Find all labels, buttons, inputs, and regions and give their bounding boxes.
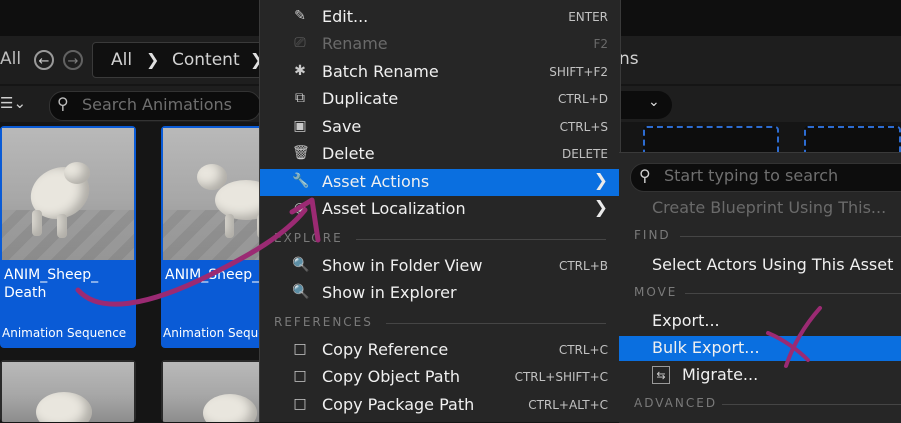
search-icon: ⚲ xyxy=(639,166,651,185)
asset-tile[interactable] xyxy=(0,360,136,422)
section-header-find: FIND xyxy=(634,228,671,242)
copy-icon: □ xyxy=(293,368,307,384)
menu-shortcut: DELETE xyxy=(561,147,608,161)
menu-item-copy-reference[interactable]: □ Copy Reference CTRL+C xyxy=(260,337,620,364)
menu-label: Create Blueprint Using This... xyxy=(652,198,887,217)
chevron-right-icon: ❯ xyxy=(146,50,160,69)
search-icon: ⚲ xyxy=(57,94,69,113)
menu-shortcut: ENTER xyxy=(568,10,608,24)
menu-label: Save xyxy=(322,117,362,136)
divider xyxy=(685,293,901,294)
menu-shortcut: CTRL+D xyxy=(557,92,608,106)
menu-label: Show in Explorer xyxy=(322,283,457,302)
all-filter-label[interactable]: All xyxy=(0,49,21,69)
menu-shortcut: CTRL+C xyxy=(558,343,608,357)
menu-item-show-in-explorer[interactable]: 🔍 Show in Explorer xyxy=(260,280,620,307)
menu-label: Show in Folder View xyxy=(322,256,483,275)
menu-item-asset-actions[interactable]: 🔧 Asset Actions ❯ xyxy=(260,169,620,196)
menu-label: Migrate... xyxy=(682,365,759,384)
breadcrumb-content[interactable]: Content xyxy=(172,50,240,70)
filter-icon[interactable]: ☰⌄ xyxy=(0,94,40,114)
folder-search-icon: 🔍 xyxy=(292,257,310,273)
menu-shortcut: CTRL+SHIFT+C xyxy=(514,370,608,384)
menu-item-save[interactable]: ▣ Save CTRL+S xyxy=(260,114,620,141)
section-header-explore: EXPLORE xyxy=(274,231,343,245)
menu-item-duplicate[interactable]: ⧉ Duplicate CTRL+D xyxy=(260,86,620,113)
asset-name: ANIM_Sheep_ Death xyxy=(4,267,99,301)
chevron-right-icon: ❯ xyxy=(593,198,608,218)
rename-icon: ⎚ xyxy=(294,35,306,51)
search-placeholder: Search Animations xyxy=(82,95,232,114)
menu-shortcut: CTRL+S xyxy=(559,120,608,134)
chevron-right-icon: ❯ xyxy=(593,171,608,191)
chevron-down-icon[interactable]: ⌄ xyxy=(648,94,660,110)
save-icon: ▣ xyxy=(293,118,307,134)
divider xyxy=(356,239,606,240)
menu-item-export[interactable]: Export... xyxy=(619,309,901,334)
menu-label: Asset Actions xyxy=(322,172,430,191)
menu-item-delete[interactable]: 🗑 Delete DELETE xyxy=(260,141,620,168)
menu-shortcut: F2 xyxy=(593,37,608,51)
menu-item-asset-localization[interactable]: ◉ Asset Localization ❯ xyxy=(260,196,620,223)
forward-arrow-icon[interactable]: → xyxy=(63,50,83,70)
menu-item-migrate[interactable]: ⇆ Migrate... xyxy=(619,363,901,388)
menu-item-batch-rename[interactable]: ✱ Batch Rename SHIFT+F2 xyxy=(260,59,620,86)
wrench-icon: 🔧 xyxy=(292,173,310,189)
menu-item-select-actors[interactable]: Select Actors Using This Asset xyxy=(619,253,901,278)
menu-shortcut: CTRL+ALT+C xyxy=(528,398,608,412)
pencil-icon: ✎ xyxy=(294,8,306,24)
asset-type: Animation Sequence xyxy=(2,326,127,340)
menu-label: Duplicate xyxy=(322,89,399,108)
breadcrumb-tail[interactable]: ns xyxy=(619,49,639,69)
menu-label: Select Actors Using This Asset xyxy=(652,255,894,274)
menu-label: Copy Package Path xyxy=(322,395,475,414)
asset-thumbnail xyxy=(2,362,134,422)
folder-search-icon: 🔍 xyxy=(292,284,310,300)
section-header-references: REFERENCES xyxy=(274,315,373,329)
submenu-search-placeholder: Start typing to search xyxy=(664,166,839,185)
menu-item-edit[interactable]: ✎ Edit... ENTER xyxy=(260,4,620,31)
section-header-advanced: ADVANCED xyxy=(634,396,718,410)
menu-item-copy-package-path[interactable]: □ Copy Package Path CTRL+ALT+C xyxy=(260,392,620,419)
back-arrow-icon[interactable]: ← xyxy=(34,50,54,70)
divider xyxy=(386,323,606,324)
menu-item-create-blueprint[interactable]: Create Blueprint Using This... xyxy=(619,196,901,221)
context-menu: ✎ Edit... ENTER ⎚ Rename F2 ✱ Batch Rena… xyxy=(259,0,621,422)
menu-item-rename[interactable]: ⎚ Rename F2 xyxy=(260,31,620,58)
menu-label: Copy Reference xyxy=(322,340,449,359)
breadcrumb-all[interactable]: All xyxy=(111,50,132,70)
menu-label: Edit... xyxy=(322,7,369,26)
menu-item-bulk-export[interactable]: Bulk Export... xyxy=(619,336,901,361)
menu-label: Delete xyxy=(322,144,375,163)
menu-shortcut: SHIFT+F2 xyxy=(549,65,608,79)
globe-icon: ◉ xyxy=(293,200,307,216)
asset-tile[interactable]: ANIM_Sheep_ Death Animation Sequence xyxy=(0,126,136,348)
menu-label: Asset Localization xyxy=(322,199,466,218)
menu-label: Bulk Export... xyxy=(652,338,760,357)
copy-icon: □ xyxy=(293,341,307,357)
trash-icon: 🗑 xyxy=(292,145,310,161)
divider xyxy=(722,404,901,405)
menu-label: Copy Object Path xyxy=(322,367,461,386)
menu-label: Export... xyxy=(652,311,720,330)
duplicate-icon: ⧉ xyxy=(295,90,305,106)
asset-thumbnail xyxy=(2,128,134,260)
copy-icon: □ xyxy=(293,396,307,412)
divider xyxy=(680,236,901,237)
menu-label: Batch Rename xyxy=(322,62,439,81)
menu-item-show-in-folder-view[interactable]: 🔍 Show in Folder View CTRL+B xyxy=(260,253,620,280)
menu-item-copy-object-path[interactable]: □ Copy Object Path CTRL+SHIFT+C xyxy=(260,364,620,391)
asterisk-icon: ✱ xyxy=(294,63,306,79)
section-header-move: MOVE xyxy=(634,285,678,299)
menu-shortcut: CTRL+B xyxy=(558,259,608,273)
menu-label: Rename xyxy=(322,34,388,53)
migrate-icon: ⇆ xyxy=(652,366,670,384)
